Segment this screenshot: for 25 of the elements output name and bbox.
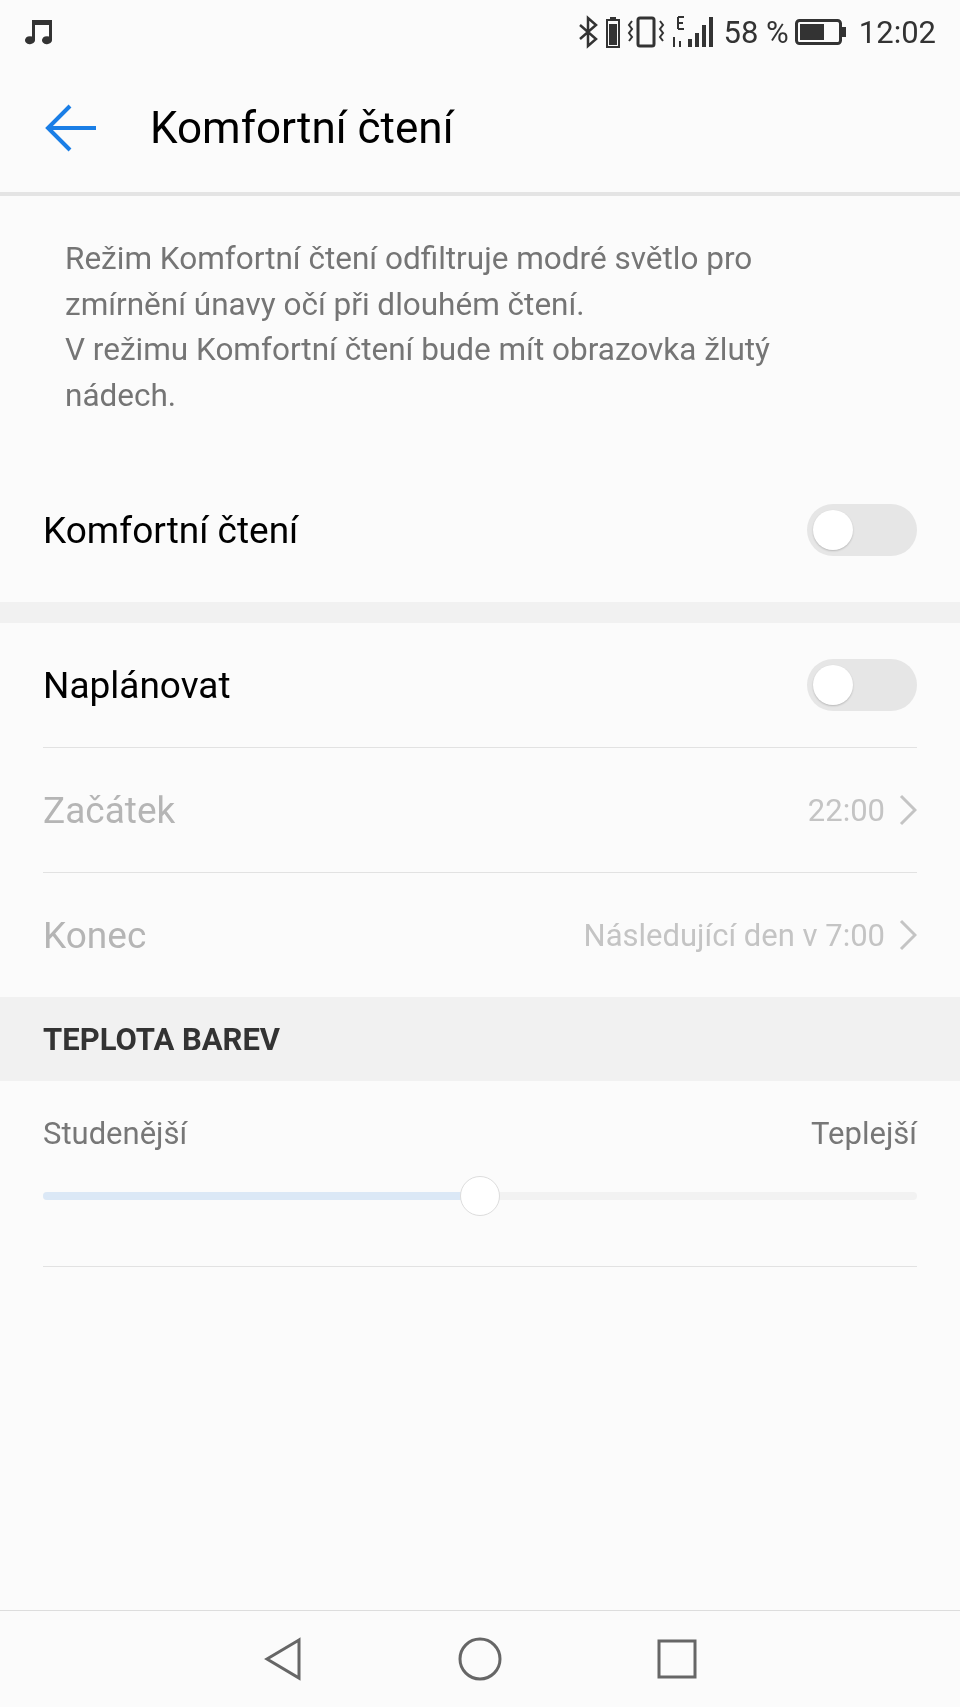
setting-label: Konec bbox=[43, 913, 147, 957]
home-circle-icon[interactable] bbox=[458, 1637, 502, 1681]
setting-label: Komfortní čtení bbox=[43, 508, 299, 552]
slider-min-label: Studenější bbox=[43, 1115, 188, 1152]
battery-icon bbox=[605, 16, 620, 48]
chevron-right-icon bbox=[899, 794, 917, 826]
chevron-right-icon bbox=[899, 919, 917, 951]
setting-label: Začátek bbox=[43, 788, 176, 832]
toggle-switch[interactable] bbox=[807, 659, 917, 711]
page-title: Komfortní čtení bbox=[150, 102, 454, 154]
vibrate-icon bbox=[625, 15, 666, 49]
setting-label: Naplánovat bbox=[43, 663, 231, 707]
slider-thumb[interactable] bbox=[460, 1176, 500, 1216]
description-text: Režim Komfortní čtení odfiltruje modré světlo pro zmírnění únavy očí při dlouhém čtení. V režimu Komfortní čtení bude mít obrazovka žlutý nádech. bbox=[64, 239, 772, 416]
battery-percent: 58 % bbox=[723, 13, 789, 51]
back-arrow-icon[interactable] bbox=[44, 103, 98, 153]
slider-track[interactable] bbox=[43, 1176, 917, 1216]
recents-square-icon[interactable] bbox=[657, 1639, 697, 1679]
toggle-switch[interactable] bbox=[807, 504, 917, 556]
bluetooth-icon bbox=[577, 15, 600, 49]
battery-icon bbox=[794, 19, 847, 45]
section-header: TEPLOTA BAREV bbox=[43, 1020, 281, 1058]
back-triangle-icon[interactable] bbox=[263, 1637, 303, 1681]
clock-time: 12:02 bbox=[858, 13, 936, 51]
slider-max-label: Teplejší bbox=[811, 1115, 917, 1152]
